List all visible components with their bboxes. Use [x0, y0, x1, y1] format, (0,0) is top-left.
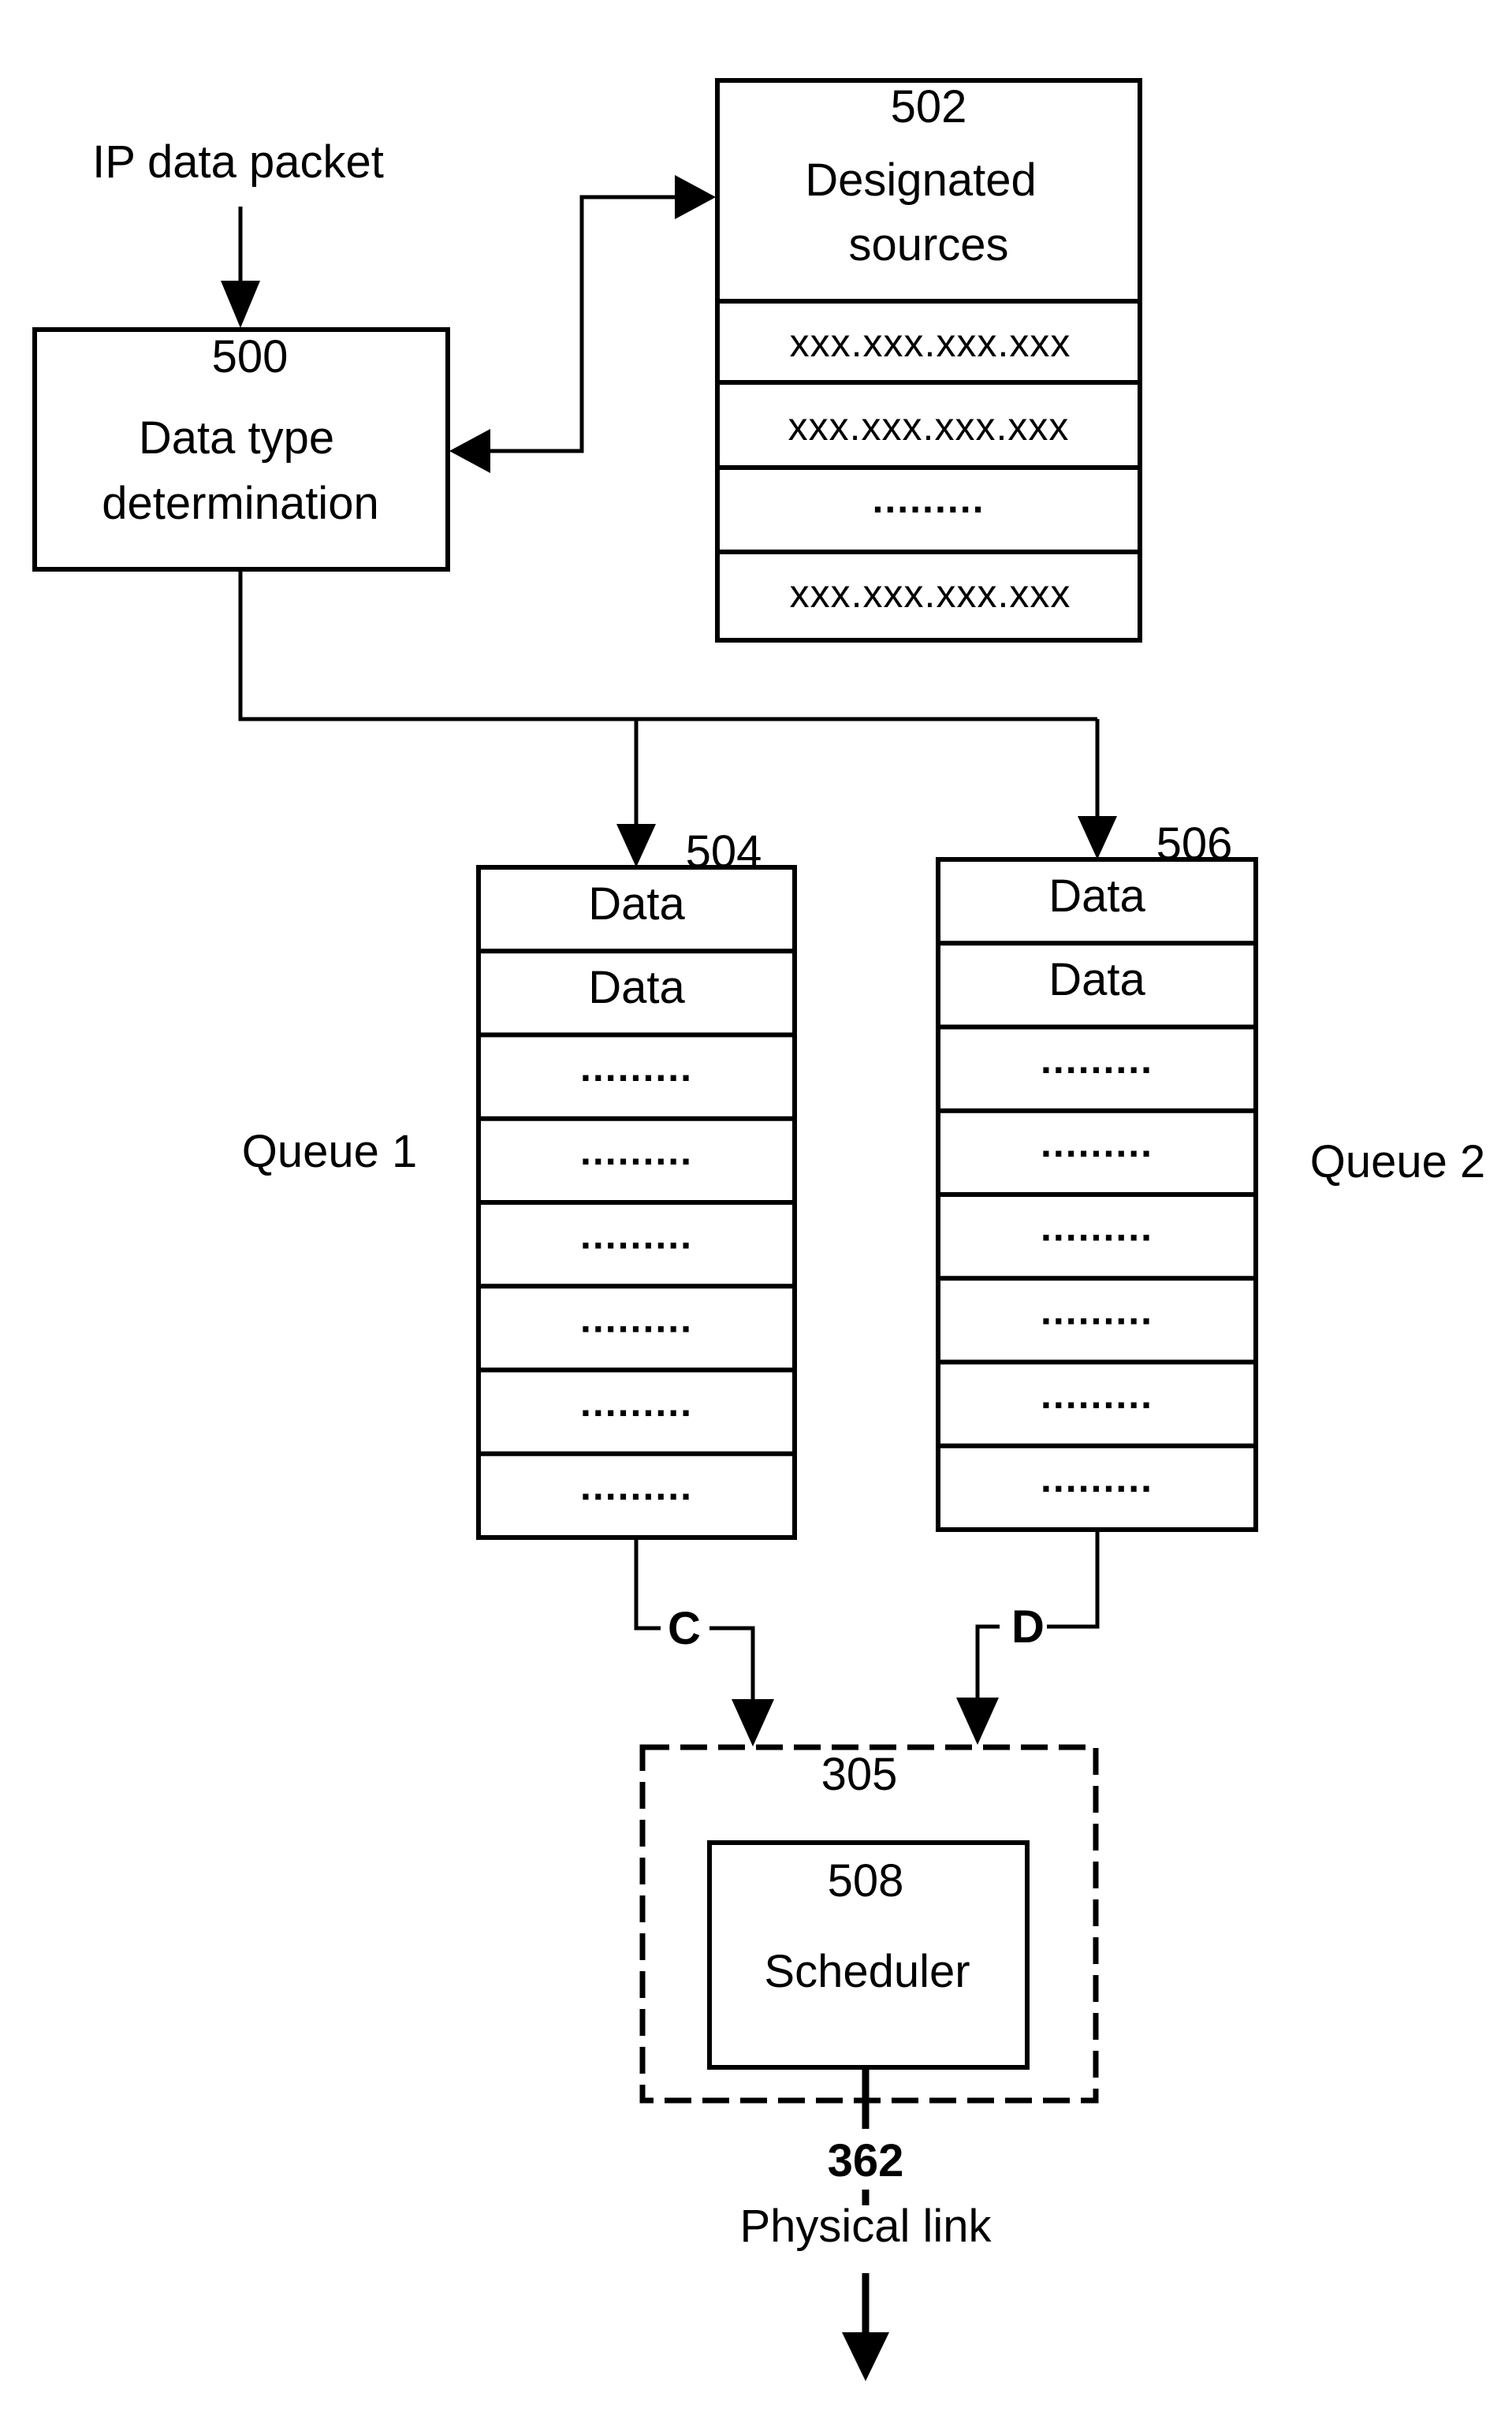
determination-line1: Data type: [139, 412, 334, 464]
sources-title-line2: sources: [848, 219, 1008, 270]
sources-row: xxx.xxx.xxx.xxx: [788, 404, 1070, 449]
sources-ref: 502: [891, 81, 967, 132]
scheduler-ref: 508: [828, 1855, 904, 1906]
queue2-cell: .........: [1041, 1289, 1153, 1333]
determination-line2: determination: [102, 478, 378, 529]
lookup-connector: [485, 195, 678, 453]
connector-d-label: D: [1011, 1601, 1045, 1653]
link-ref: 362: [828, 2135, 904, 2186]
flow-diagram: IP data packet 500 Data type determinati…: [32, 78, 1486, 2381]
queue2-cell: .........: [1041, 1373, 1153, 1417]
output-label: Physical link: [739, 2201, 992, 2252]
queue1-cell: .........: [580, 1381, 693, 1425]
queue1-label: Queue 1: [242, 1126, 418, 1177]
connector-c-line-b: [709, 1626, 755, 1703]
determination-ref: 500: [212, 331, 289, 382]
sources-row: xxx.xxx.xxx.xxx: [790, 572, 1071, 616]
queue1-cell: Data: [588, 962, 685, 1013]
connector-c-label: C: [668, 1603, 701, 1654]
queue2-cell: .........: [1041, 1038, 1153, 1082]
determination-block: 500 Data type determination: [32, 327, 450, 572]
sources-title-line1: Designated: [805, 155, 1036, 206]
queue1-cell: .........: [580, 1297, 693, 1341]
scheduler-label: Scheduler: [764, 1946, 970, 1997]
connector-c-arrow: [732, 1699, 774, 1746]
container-ref: 305: [821, 1749, 898, 1800]
queue1-cell: .........: [580, 1129, 693, 1173]
queue1-cell: .........: [580, 1213, 693, 1257]
connector-d-arrow: [956, 1698, 999, 1745]
connector-c-line-a: [634, 1538, 661, 1631]
queue1-feed-arrow: [616, 824, 656, 867]
queue2-cell: .........: [1041, 1205, 1153, 1249]
connector-d-line-b: [975, 1624, 1000, 1702]
queue1-cell: .........: [580, 1046, 693, 1090]
sources-row: xxx.xxx.xxx.xxx: [790, 321, 1071, 365]
input-arrow-head: [221, 281, 260, 328]
input-label: IP data packet: [92, 136, 384, 188]
sources-table: 502 Designated sources xxx.xxx.xxx.xxx x…: [715, 78, 1142, 643]
queue2-cell: .........: [1041, 1456, 1153, 1500]
queue1: 504 DataData............................…: [242, 826, 797, 1540]
lookup-arrow-right: [675, 175, 716, 219]
queue2-cell: Data: [1048, 870, 1145, 922]
queue1-cell: .........: [580, 1464, 693, 1508]
lookup-arrow-left: [449, 429, 490, 473]
queue2-feed-arrow: [1078, 816, 1117, 859]
sources-row: .........: [872, 477, 985, 521]
queue2-label: Queue 2: [1310, 1136, 1486, 1187]
connector-d-line-a: [1047, 1530, 1100, 1629]
queue2-cell: .........: [1041, 1121, 1153, 1165]
queue2: 506 DataData............................…: [936, 818, 1486, 1532]
queue2-cell: Data: [1048, 954, 1145, 1005]
queue1-cell: Data: [588, 878, 685, 930]
scheduler-block: 508 Scheduler: [707, 1840, 1030, 2070]
output-arrow-head: [842, 2332, 889, 2381]
